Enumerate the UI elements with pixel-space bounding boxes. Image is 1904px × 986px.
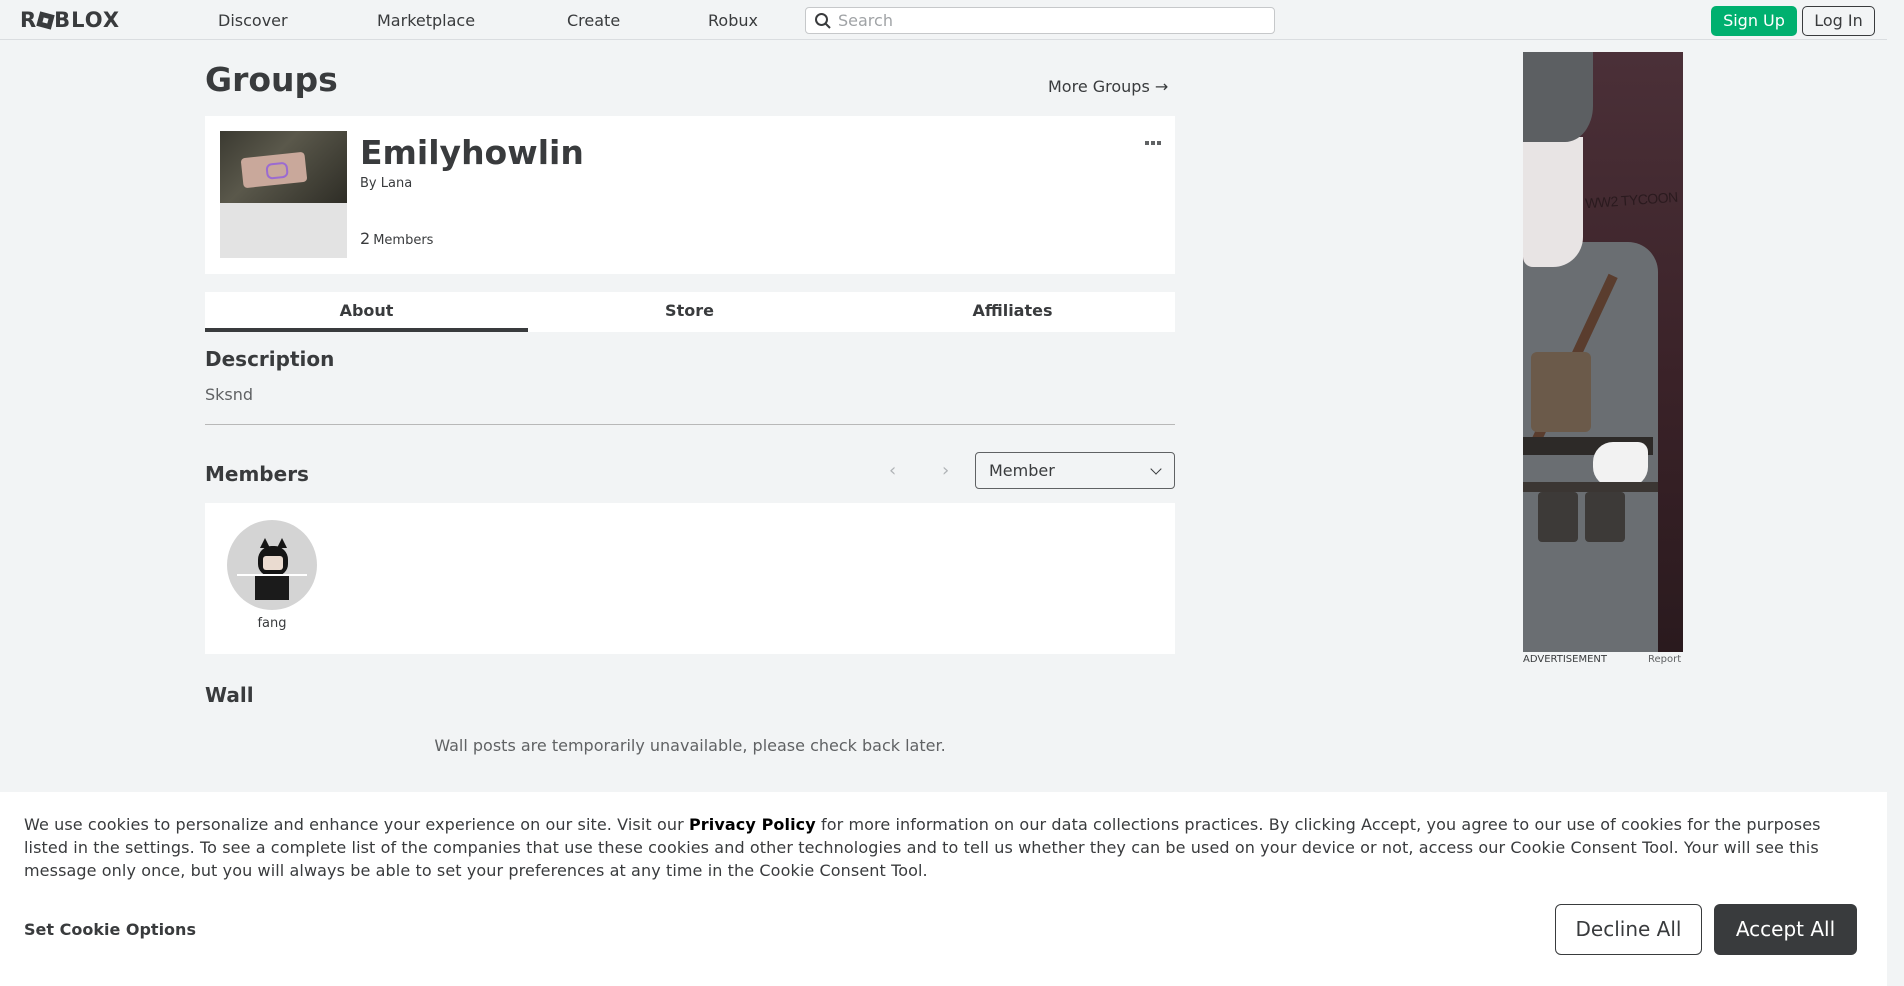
group-owner-link[interactable]: Lana: [381, 176, 412, 191]
ad-report-link[interactable]: Report: [1648, 654, 1681, 665]
wall-heading: Wall: [205, 683, 254, 707]
nav-create[interactable]: Create: [567, 11, 620, 30]
divider: [205, 424, 1175, 425]
previous-page-icon[interactable]: ‹: [889, 460, 896, 481]
tab-about[interactable]: About: [205, 292, 528, 332]
role-dropdown[interactable]: Member: [975, 452, 1175, 489]
log-in-button[interactable]: Log In: [1802, 6, 1875, 36]
group-header-card: Emilyhowlin By Lana 2 Members: [205, 116, 1175, 274]
member-count: 2 Members: [360, 229, 433, 248]
nav-marketplace[interactable]: Marketplace: [377, 11, 475, 30]
advertisement-label: ADVERTISEMENT: [1523, 654, 1608, 665]
search-box: [805, 7, 1275, 34]
members-list: fang: [205, 503, 1175, 654]
search-input[interactable]: [838, 10, 1258, 31]
tab-store[interactable]: Store: [528, 292, 851, 332]
group-owner-line: By Lana: [360, 176, 412, 191]
role-dropdown-value: Member: [989, 461, 1055, 480]
top-navigation-bar: R BLOX Discover Marketplace Create Robux …: [0, 0, 1887, 40]
search-icon: [815, 13, 831, 29]
group-emblem-image: [220, 131, 347, 203]
wall-unavailable-message: Wall posts are temporarily unavailable, …: [434, 736, 946, 755]
group-name: Emilyhowlin: [360, 133, 584, 172]
accept-all-button[interactable]: Accept All: [1714, 904, 1857, 955]
page-title: Groups: [205, 60, 338, 99]
more-groups-link[interactable]: More Groups →: [1048, 77, 1168, 96]
logo-square-icon: [36, 11, 55, 30]
member-name[interactable]: fang: [227, 616, 317, 631]
description-heading: Description: [205, 347, 335, 371]
member-count-label: Members: [373, 233, 434, 248]
members-heading: Members: [205, 462, 309, 486]
group-tabs: About Store Affiliates: [205, 292, 1175, 332]
privacy-policy-link[interactable]: Privacy Policy: [689, 815, 816, 834]
advertisement-banner[interactable]: WW2 TYCOON: [1523, 52, 1683, 652]
member-avatar[interactable]: [227, 520, 317, 610]
set-cookie-options-link[interactable]: Set Cookie Options: [24, 920, 196, 939]
nav-robux[interactable]: Robux: [708, 11, 758, 30]
cookie-message: We use cookies to personalize and enhanc…: [24, 815, 1821, 880]
member-count-value: 2: [360, 229, 371, 248]
group-emblem: [220, 131, 347, 258]
description-text: Sksnd: [205, 385, 254, 404]
sign-up-button[interactable]: Sign Up: [1711, 6, 1797, 36]
cookie-consent-banner: We use cookies to personalize and enhanc…: [0, 792, 1887, 986]
more-options-icon[interactable]: [1145, 130, 1165, 145]
ad-image-text: WW2 TYCOON: [1584, 188, 1679, 212]
nav-discover[interactable]: Discover: [218, 11, 288, 30]
next-page-icon[interactable]: ›: [942, 460, 949, 481]
by-prefix: By: [360, 176, 377, 191]
tab-affiliates[interactable]: Affiliates: [851, 292, 1174, 332]
roblox-logo[interactable]: R BLOX: [20, 8, 120, 32]
decline-all-button[interactable]: Decline All: [1555, 904, 1702, 955]
chevron-down-icon: [1150, 463, 1162, 475]
